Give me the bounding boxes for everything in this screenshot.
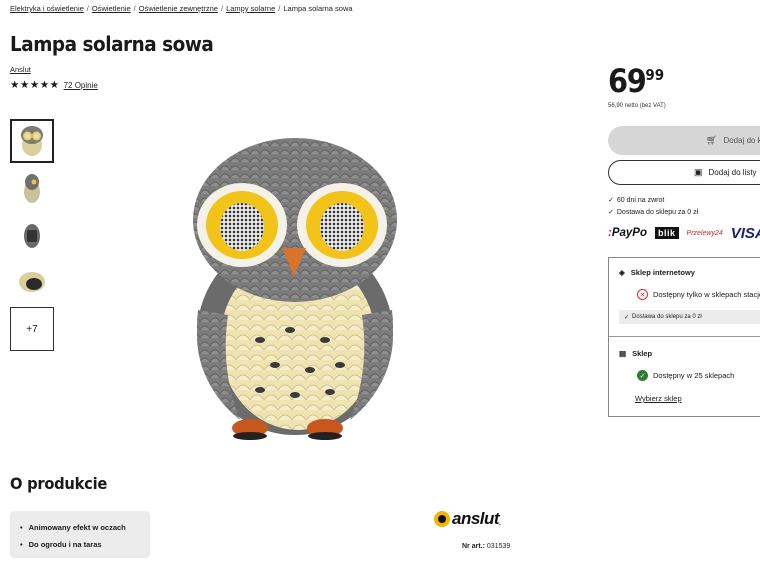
- availability-panel: ◈ Sklep internetowy ✕ Dostępny tylko w s…: [608, 257, 760, 417]
- thumbnail-back[interactable]: [10, 213, 54, 257]
- page-title: Lampa solarna sowa: [10, 32, 214, 56]
- breadcrumb-separator: /: [133, 4, 136, 13]
- package-icon: ◈: [619, 268, 625, 277]
- add-to-cart-label: Dodaj do koszyka: [723, 136, 760, 145]
- owl-bottom-thumbnail-image: [19, 272, 45, 292]
- breadcrumb-current: Lampa solarna sowa: [283, 4, 353, 13]
- price-netto: 56,90 netto (bez VAT): [608, 103, 666, 109]
- benefits-list: ✓ 60 dni na zwrot ✓ Dostawa do sklepu za 0…: [608, 195, 698, 219]
- benefit-item: ✓ 60 dni na zwrot: [608, 197, 665, 204]
- breadcrumb-link-electrical[interactable]: Elektryka i oświetlenie: [10, 4, 84, 13]
- payment-methods: :PayPo blik Przelewy24 VISA: [608, 224, 760, 242]
- delivery-note: ✓ Dostawa do sklepu za 0 zł: [619, 310, 760, 324]
- owl-back-thumbnail-image: [24, 224, 40, 248]
- success-check-icon: ✓: [637, 370, 648, 381]
- check-icon: ✓: [624, 314, 630, 321]
- owl-lamp-image: [193, 138, 397, 440]
- choose-store-link[interactable]: Wybierz sklep: [635, 394, 682, 403]
- breadcrumb: Elektryka i oświetlenie / Oświetlenie / Oświ…: [10, 4, 353, 13]
- breadcrumb-link-solar-lamps[interactable]: Lampy solarne: [226, 4, 275, 13]
- physical-store-title: ▤ Sklep: [619, 349, 653, 358]
- paypo-logo: :PayPo: [608, 227, 648, 239]
- visa-logo: VISA: [730, 224, 760, 242]
- anslut-logo-mark-icon: [434, 511, 450, 527]
- price: 69 99: [608, 62, 664, 100]
- thumbnail-bottom[interactable]: [10, 260, 54, 304]
- breadcrumb-link-outdoor-lighting[interactable]: Oświetlenie zewnętrzne: [139, 4, 218, 13]
- add-to-list-label: Dodaj do listy: [708, 168, 757, 177]
- thumbnail-front[interactable]: [10, 119, 54, 163]
- rating[interactable]: ★★★★★ 72 Opinie: [10, 79, 98, 91]
- product-image[interactable]: [180, 130, 410, 450]
- check-icon: ✓: [608, 209, 614, 216]
- brand-link[interactable]: Anslut: [10, 65, 31, 74]
- blik-logo: blik: [655, 227, 679, 239]
- list-item: Animowany efekt w oczach: [20, 519, 150, 536]
- anslut-logo: anslut.: [434, 509, 501, 529]
- store-icon: ▤: [619, 349, 627, 358]
- add-to-cart-button[interactable]: 🛒︎ Dodaj do koszyka: [608, 126, 760, 155]
- divider: [609, 336, 760, 337]
- more-images-button[interactable]: +7: [10, 307, 54, 351]
- breadcrumb-link-lighting[interactable]: Oświetlenie: [92, 4, 131, 13]
- przelewy24-logo: Przelewy24: [686, 229, 723, 237]
- online-store-title: ◈ Sklep internetowy: [619, 268, 695, 277]
- clipboard-icon: ▣: [694, 167, 703, 177]
- benefit-item: ✓ Dostawa do sklepu za 0 zł: [608, 209, 699, 216]
- breadcrumb-separator: /: [86, 4, 89, 13]
- feature-list: Animowany efekt w oczach Do ogrodu i na …: [10, 511, 150, 558]
- article-number: Nr art.: 031539: [462, 543, 511, 550]
- reviews-link[interactable]: 72 Opinie: [64, 81, 98, 90]
- error-circle-icon: ✕: [637, 289, 648, 300]
- cart-disabled-icon: 🛒︎: [706, 135, 718, 145]
- rating-stars: ★★★★★: [10, 79, 60, 91]
- about-product-heading: O produkcie: [10, 474, 108, 493]
- thumbnail-side[interactable]: [10, 166, 54, 210]
- store-status: ✓ Dostępny w 25 sklepach: [637, 370, 734, 381]
- add-to-list-button[interactable]: ▣ Dodaj do listy: [608, 160, 760, 185]
- owl-thumbnail-image: [21, 126, 43, 156]
- list-item: Do ogrodu i na taras: [20, 536, 150, 553]
- price-cents: 99: [645, 66, 665, 84]
- breadcrumb-separator: /: [220, 4, 224, 13]
- price-main: 69: [608, 62, 647, 100]
- breadcrumb-separator: /: [278, 4, 281, 13]
- online-status: ✕ Dostępny tylko w sklepach stacjonarnyc…: [637, 289, 760, 300]
- thumbnail-gallery: +7: [10, 119, 54, 354]
- check-icon: ✓: [608, 197, 614, 204]
- owl-side-thumbnail-image: [24, 174, 40, 203]
